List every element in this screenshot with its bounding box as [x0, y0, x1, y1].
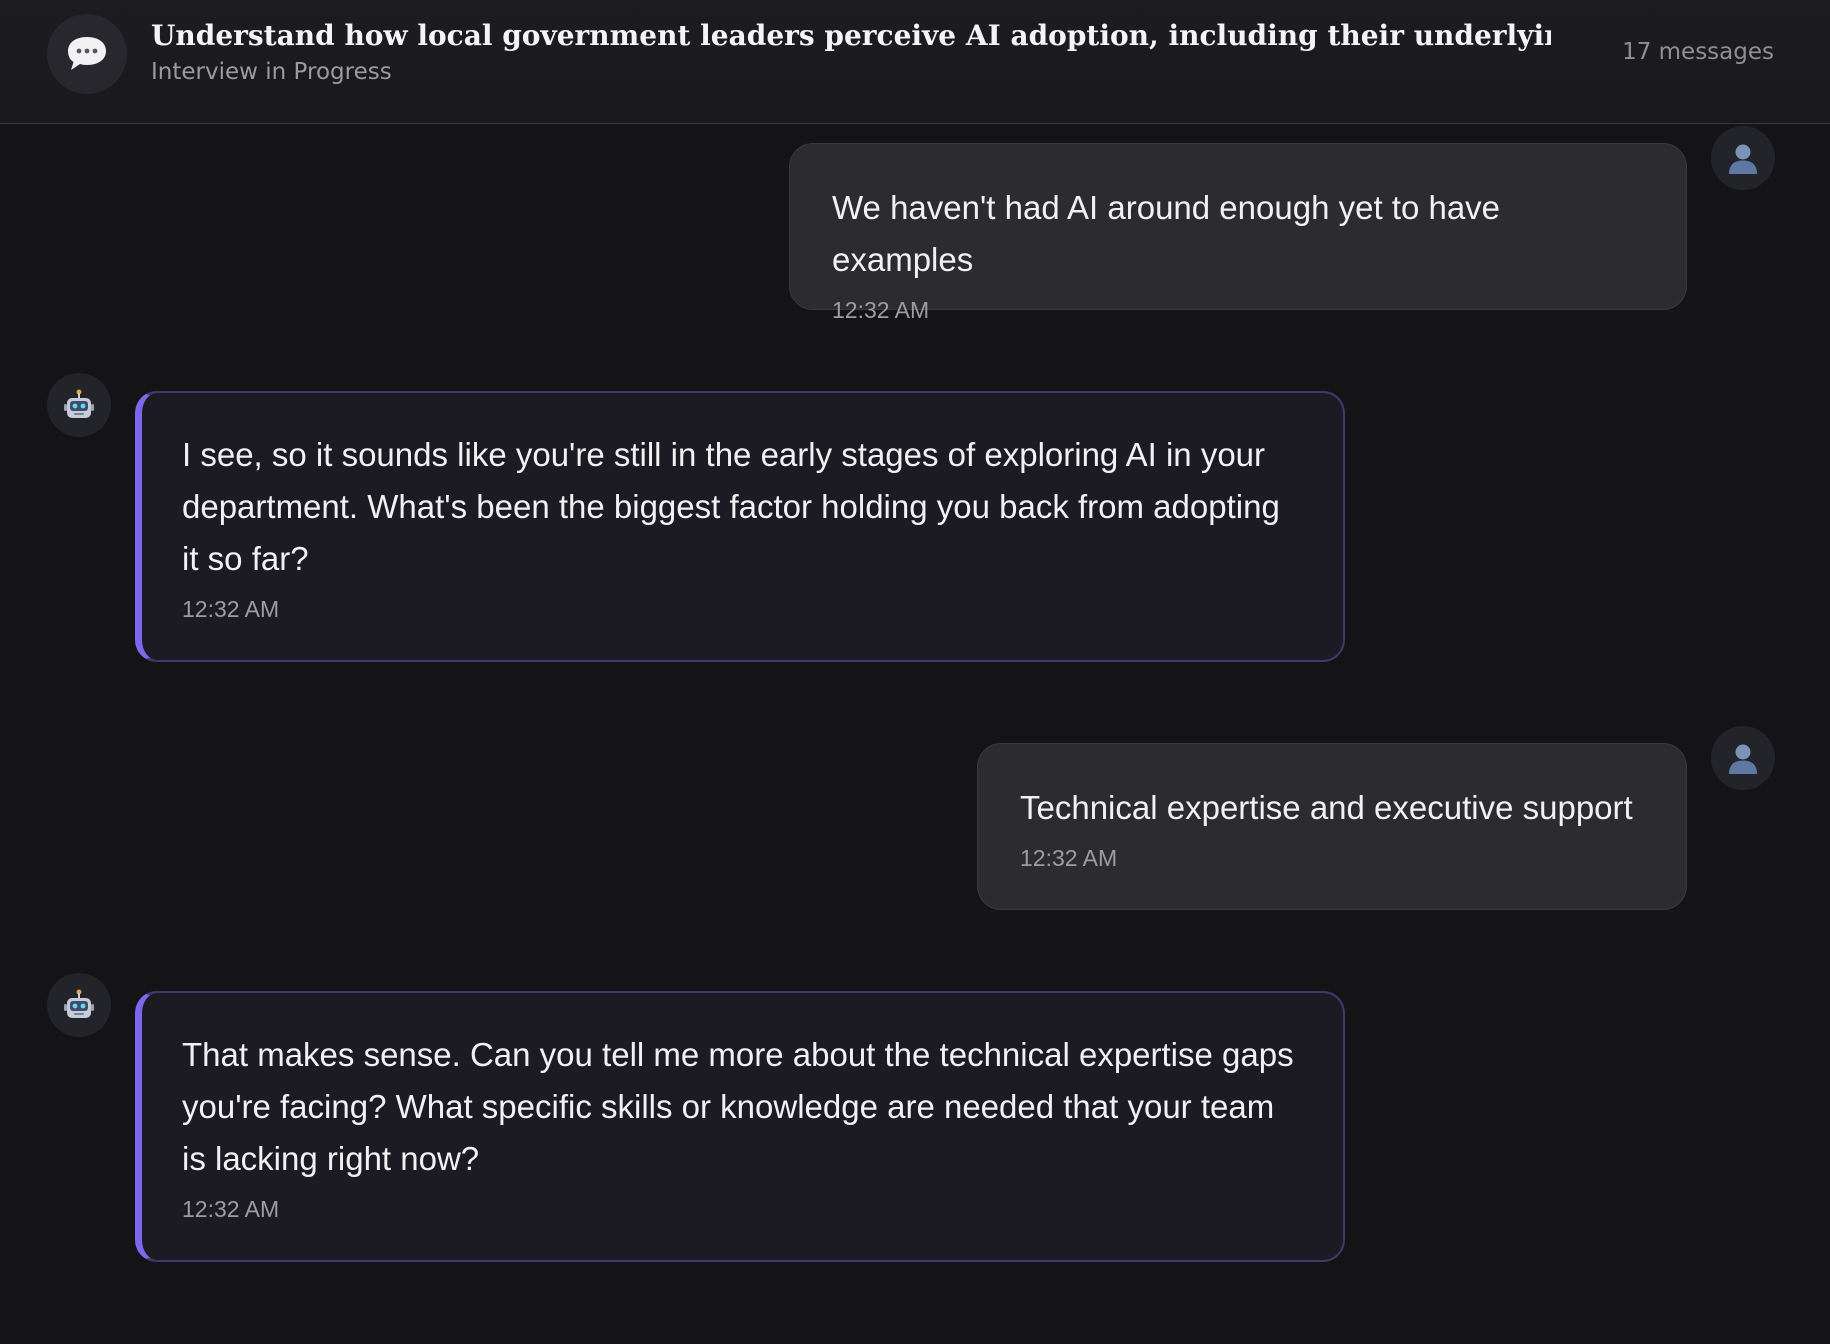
robot-icon: [64, 389, 94, 418]
message-timestamp: 12:32 AM: [1020, 845, 1118, 871]
assistant-avatar: [47, 973, 111, 1037]
message-timestamp: 12:32 AM: [182, 1196, 280, 1222]
message-timestamp: 12:32 AM: [182, 596, 280, 622]
user-message-bubble: We haven't had AI around enough yet to h…: [789, 143, 1687, 323]
assistant-message-bubble: I see, so it sounds like you're still in…: [135, 391, 1345, 662]
user-avatar: [1711, 126, 1775, 190]
interview-status: Interview in Progress: [151, 59, 392, 85]
user-avatar: [1711, 726, 1775, 790]
user-message-bubble: Technical expertise and executive suppor…: [977, 743, 1687, 910]
interview-title: Understand how local government leaders …: [151, 19, 1551, 52]
message-text: Technical expertise and executive suppor…: [1020, 789, 1633, 826]
chat-avatar: [47, 14, 127, 94]
assistant-message-bubble: That makes sense. Can you tell me more a…: [135, 991, 1345, 1262]
message-text: We haven't had AI around enough yet to h…: [832, 189, 1501, 278]
assistant-avatar: [47, 373, 111, 437]
message-text: That makes sense. Can you tell me more a…: [182, 1036, 1294, 1177]
robot-icon: [64, 989, 94, 1018]
chat-header: Understand how local government leaders …: [0, 0, 1830, 124]
message-count: 17 messages: [1622, 39, 1774, 65]
message-text: I see, so it sounds like you're still in…: [182, 436, 1280, 577]
user-silhouette-icon: [1729, 144, 1757, 174]
speech-bubble-icon: [68, 37, 106, 70]
user-silhouette-icon: [1729, 744, 1757, 774]
message-timestamp: 12:32 AM: [832, 297, 930, 323]
